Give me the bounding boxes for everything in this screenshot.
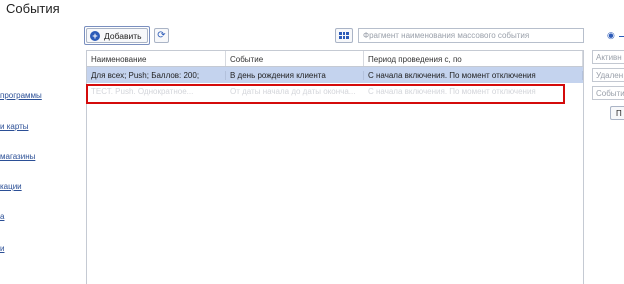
filter-events-field[interactable]: Событи <box>592 86 624 100</box>
sidebar-link-item-6[interactable]: и <box>0 244 4 253</box>
sidebar-link-stores[interactable]: магазины <box>0 152 35 161</box>
search-input[interactable]: Фрагмент наименования массового события <box>358 28 584 43</box>
eye-link-underline <box>619 36 624 37</box>
filter-apply-button[interactable]: П <box>610 106 624 120</box>
refresh-button[interactable]: ⟳ <box>154 28 169 43</box>
filter-active-field[interactable]: Активн <box>592 50 624 64</box>
grid-icon <box>339 32 349 39</box>
refresh-icon: ⟳ <box>157 30 166 41</box>
plus-icon: + <box>90 30 100 41</box>
cell-name: Для всех; Push; Баллов: 200; <box>87 70 226 80</box>
add-button[interactable]: + Добавить <box>86 28 148 43</box>
filter-deleted-field[interactable]: Удален <box>592 68 624 82</box>
sidebar-link-cards[interactable]: и карты <box>0 122 29 131</box>
page-title: События <box>6 1 60 16</box>
highlight-box <box>86 84 565 104</box>
cell-event: В день рождения клиента <box>226 70 364 80</box>
column-header-name[interactable]: Наименование <box>87 51 226 66</box>
sidebar-link-communications[interactable]: кации <box>0 182 22 191</box>
view-mode-button[interactable] <box>335 28 353 43</box>
eye-icon[interactable]: ◉ <box>607 30 615 41</box>
table-header: Наименование Событие Период проведения с… <box>87 51 583 67</box>
sidebar-link-item-5[interactable]: а <box>0 212 4 221</box>
add-button-label: Добавить <box>104 30 142 41</box>
table-row[interactable]: Для всех; Push; Баллов: 200; В день рожд… <box>87 67 583 83</box>
column-header-event[interactable]: Событие <box>226 51 364 66</box>
sidebar-link-programs[interactable]: программы <box>0 91 42 100</box>
column-header-period[interactable]: Период проведения с, по <box>364 51 583 66</box>
cell-period: С начала включения. По момент отключения <box>364 70 583 80</box>
